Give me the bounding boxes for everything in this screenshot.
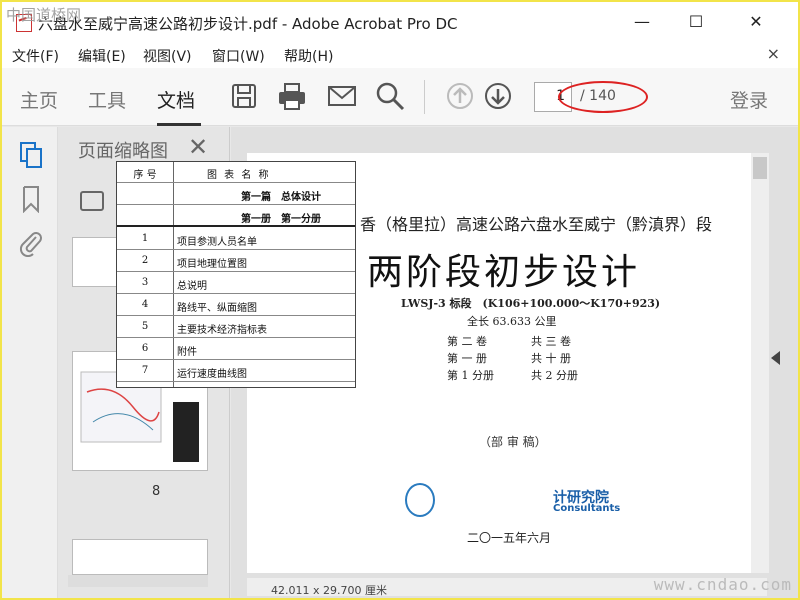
institute-logo-icon (405, 483, 435, 517)
toc-row-title: 总说明 (177, 281, 207, 292)
toc-row-number: 5 (141, 321, 149, 332)
toc-row[interactable]: 2 项目地理位置图 (117, 251, 355, 272)
document-length: 全长 63.633 公里 (467, 315, 557, 328)
toc-header-row: 序 号 图 表 名 称 (117, 162, 355, 183)
toc-section-label: 第一册 第一分册 (241, 214, 321, 225)
toc-row[interactable]: 7 运行速度曲线图 (117, 361, 355, 382)
toc-section-label: 第一篇 总体设计 (241, 192, 321, 203)
document-main-title: 两阶段初步设计 (367, 252, 641, 293)
thumbnail-page[interactable] (72, 539, 208, 575)
volume-right: 共 三 卷 (531, 335, 571, 348)
toc-row-number: 1 (141, 233, 149, 244)
review-status: （部 审 稿） (479, 435, 547, 449)
navigation-rail (2, 127, 58, 598)
search-icon[interactable] (374, 80, 406, 112)
tab-home[interactable]: 主页 (20, 86, 58, 113)
toc-row-title: 项目地理位置图 (177, 259, 247, 270)
red-annotation-ellipse (558, 81, 648, 113)
institute-consultants: Consultants (553, 503, 621, 514)
toolbar-separator (424, 80, 425, 114)
bookmark-icon[interactable] (18, 185, 44, 213)
minimize-button[interactable]: — (628, 10, 656, 34)
window-title: 六盘水至威宁高速公路初步设计.pdf - Adobe Acrobat Pro D… (38, 15, 458, 33)
toc-row-title: 附件 (177, 347, 197, 358)
thumbnail-panel-title: 页面缩略图 (78, 141, 168, 162)
title-bar: 六盘水至威宁高速公路初步设计.pdf - Adobe Acrobat Pro D… (2, 2, 798, 42)
watermark-logo: 中国道桥网 (6, 6, 82, 24)
menu-window[interactable]: 窗口(W) (212, 46, 265, 66)
page-thumbnails-icon[interactable] (18, 141, 44, 169)
document-section-range: LWSJ-3 标段 (K106+100.000～K170+923) (401, 297, 661, 310)
tab-tools[interactable]: 工具 (88, 86, 126, 113)
toc-row-title: 路线平、纵面缩图 (177, 303, 257, 314)
toc-row[interactable]: 6 附件 (117, 339, 355, 360)
menu-file[interactable]: 文件(F) (12, 46, 59, 66)
volume-left: 第 一 册 (447, 352, 487, 365)
active-tab-indicator (157, 123, 201, 126)
toc-row[interactable]: 1 项目参测人员名单 (117, 229, 355, 250)
toc-row-title: 运行速度曲线图 (177, 369, 247, 380)
toc-row[interactable]: 5 主要技术经济指标表 (117, 317, 355, 338)
toc-header-name: 图 表 名 称 (207, 170, 271, 181)
page-up-icon[interactable] (444, 80, 476, 112)
volume-left: 第 二 卷 (447, 335, 487, 348)
menu-view[interactable]: 视图(V) (143, 46, 192, 66)
email-icon[interactable] (326, 80, 358, 112)
toc-row-number: 4 (141, 299, 149, 310)
tab-document[interactable]: 文档 (157, 86, 195, 113)
toc-row-number: 2 (141, 255, 149, 266)
page-down-icon[interactable] (482, 80, 514, 112)
volume-right: 共 2 分册 (531, 369, 578, 382)
toc-row-number: 3 (141, 277, 149, 288)
maximize-button[interactable]: ☐ (682, 10, 710, 34)
document-subtitle: 香（格里拉）高速公路六盘水至威宁（黔滇界）段 (360, 215, 713, 234)
close-document-icon[interactable]: × (767, 44, 780, 63)
document-vertical-scrollbar[interactable] (751, 153, 769, 573)
toc-popup: 序 号 图 表 名 称 第一篇 总体设计 第一册 第一分册 1 项目参测人员名单… (116, 161, 356, 388)
login-link[interactable]: 登录 (730, 86, 768, 113)
toc-section-row: 第一册 第一分册 (117, 206, 355, 227)
scrollbar-thumb[interactable] (753, 157, 767, 179)
toc-header-number: 序 号 (133, 170, 157, 181)
close-button[interactable]: ✕ (742, 10, 770, 34)
toolbar: 主页 工具 文档 1 / 140 登录 (2, 68, 798, 126)
watermark-url: www.cndao.com (653, 575, 792, 594)
document-date: 二〇一五年六月 (467, 531, 552, 545)
attachment-icon[interactable] (18, 229, 44, 257)
toc-row-number: 7 (141, 365, 149, 376)
menu-edit[interactable]: 编辑(E) (78, 46, 126, 66)
toc-row-title: 项目参测人员名单 (177, 237, 257, 248)
page-size-readout: 42.011 x 29.700 厘米 (271, 584, 387, 597)
toc-row[interactable]: 3 总说明 (117, 273, 355, 294)
expand-pane-arrow-icon[interactable] (771, 351, 780, 365)
menu-bar: 文件(F) 编辑(E) 视图(V) 窗口(W) 帮助(H) × (2, 42, 798, 68)
toc-row-number: 6 (141, 343, 149, 354)
print-icon[interactable] (276, 80, 308, 112)
save-icon[interactable] (228, 80, 260, 112)
close-panel-icon[interactable]: ✕ (188, 133, 208, 161)
toc-row-title: 主要技术经济指标表 (177, 325, 267, 336)
toc-section-row: 第一篇 总体设计 (117, 184, 355, 205)
toc-row[interactable]: 4 路线平、纵面缩图 (117, 295, 355, 316)
thumbnail-horizontal-scrollbar[interactable] (68, 575, 208, 587)
thumbnail-options-icon[interactable] (80, 191, 104, 211)
volume-left: 第 1 分册 (447, 369, 494, 382)
thumbnail-page-number: 8 (152, 484, 161, 499)
volume-right: 共 十 册 (531, 352, 571, 365)
menu-help[interactable]: 帮助(H) (284, 46, 333, 66)
